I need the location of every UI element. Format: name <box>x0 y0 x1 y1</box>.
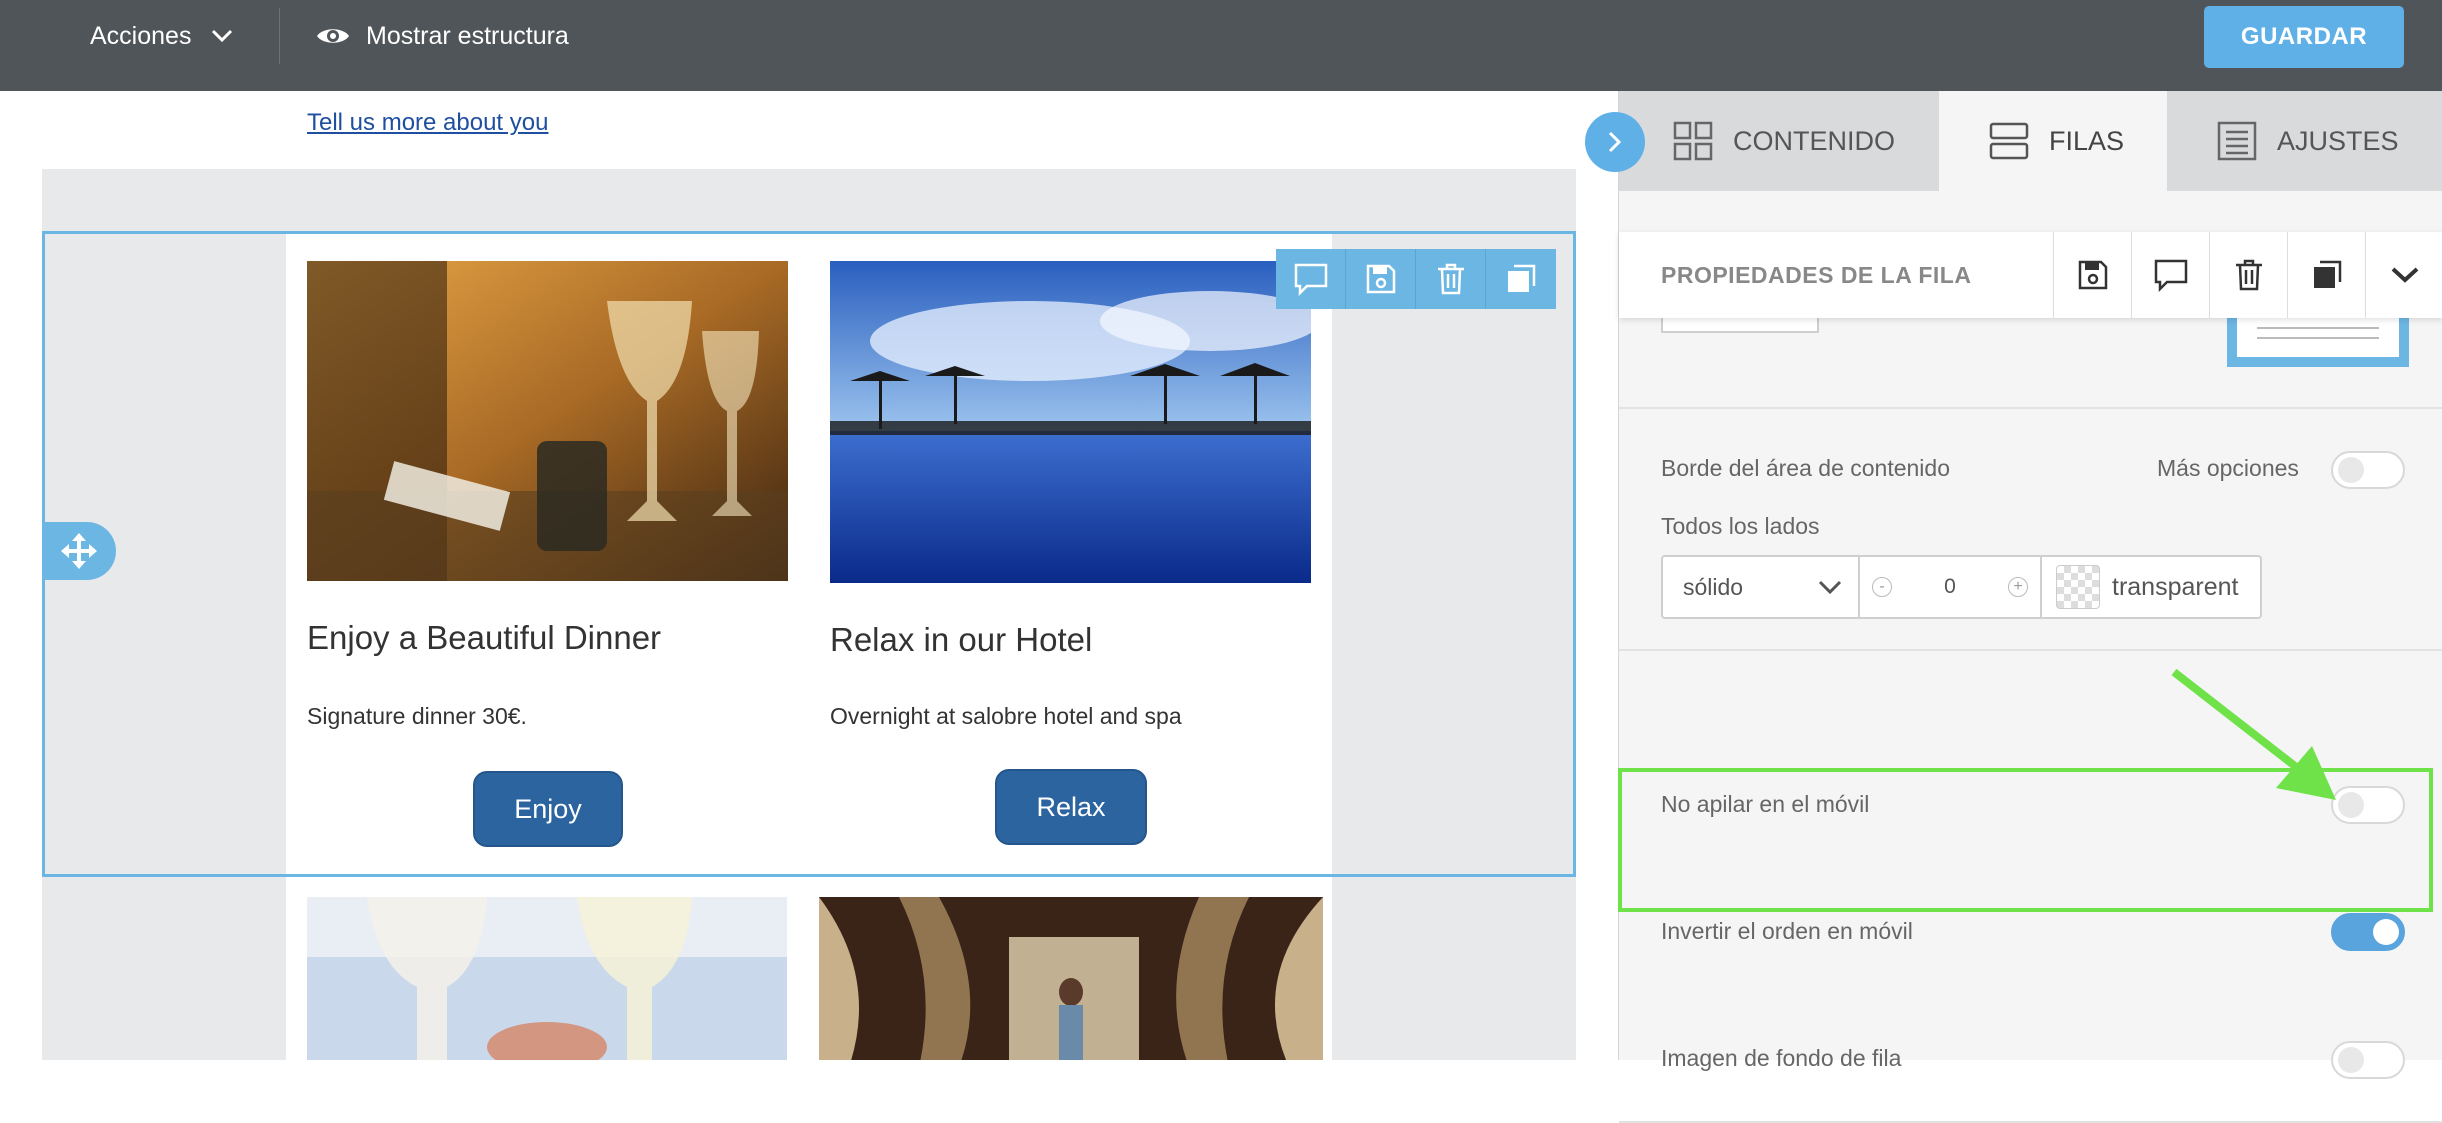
border-width-decrement[interactable]: - <box>1872 577 1892 597</box>
save-row-button[interactable] <box>1346 249 1416 309</box>
actions-label: Acciones <box>90 21 192 50</box>
row-properties-title: PROPIEDADES DE LA FILA <box>1661 261 1972 288</box>
save-icon <box>2078 260 2107 290</box>
tell-us-link[interactable]: Tell us more about you <box>307 109 548 137</box>
section-divider <box>1619 407 2442 409</box>
show-structure-button[interactable]: Mostrar estructura <box>316 0 569 72</box>
chevron-down-icon <box>1818 580 1842 594</box>
border-width-increment[interactable]: + <box>2008 577 2028 597</box>
save-button[interactable]: GUARDAR <box>2204 6 2404 68</box>
comment-icon <box>1294 263 1327 296</box>
delete-row-button[interactable] <box>1416 249 1486 309</box>
duplicate-row-button[interactable] <box>1486 249 1556 309</box>
border-width-value[interactable]: 0 <box>1944 575 1956 599</box>
row-bg-image-label: Imagen de fondo de fila <box>1661 1045 1902 1071</box>
email-canvas: Tell us more about you Enjoy a Beautiful… <box>0 91 1618 1060</box>
actions-menu[interactable]: Acciones <box>90 0 233 72</box>
chevron-right-icon <box>1608 131 1622 153</box>
tab-contenido-label: CONTENIDO <box>1733 125 1895 156</box>
collapse-panel-button[interactable] <box>1585 112 1645 172</box>
wine-photo <box>307 897 787 1060</box>
reverse-order-toggle[interactable] <box>2331 913 2405 951</box>
grid-icon <box>1673 121 1713 161</box>
row-toolbar <box>1276 249 1556 309</box>
duplicate-icon <box>1508 264 1536 292</box>
all-sides-label: Todos los lados <box>1661 513 1820 539</box>
trash-icon <box>2235 259 2262 291</box>
tab-ajustes[interactable]: AJUSTES <box>2167 91 2442 191</box>
comment-row-header-button[interactable] <box>2131 232 2209 318</box>
eye-icon <box>317 29 349 43</box>
duplicate-icon <box>2313 260 2341 288</box>
panel-tabs: CONTENIDO FILAS AJUSTES <box>1619 91 2442 191</box>
selected-row-outline[interactable] <box>42 231 1576 877</box>
save-row-header-button[interactable] <box>2053 232 2131 318</box>
resort-photo <box>819 897 1323 1060</box>
show-structure-label: Mostrar estructura <box>366 21 569 50</box>
properties-panel: CONTENIDO FILAS AJUSTES PROPIEDADES DE L… <box>1618 91 2442 1123</box>
collapse-header-button[interactable] <box>2365 232 2442 318</box>
save-icon <box>1366 264 1395 294</box>
top-bar: Acciones Mostrar estructura GUARDAR <box>0 0 2442 91</box>
rows-icon <box>1989 122 2029 160</box>
comment-icon <box>2154 259 2187 292</box>
settings-icon <box>2217 121 2257 161</box>
trash-icon <box>1437 263 1464 295</box>
duplicate-row-header-button[interactable] <box>2287 232 2365 318</box>
border-width-stepper: - 0 + <box>1860 557 2042 617</box>
annotation-arrow-icon <box>2171 668 2336 800</box>
toolbar-divider <box>279 8 280 64</box>
content-border-label: Borde del área de contenido <box>1661 455 1950 481</box>
more-options-toggle[interactable] <box>2331 451 2405 489</box>
comment-row-button[interactable] <box>1276 249 1346 309</box>
reverse-order-label: Invertir el orden en móvil <box>1661 918 1913 944</box>
chevron-down-icon <box>212 29 233 43</box>
tab-ajustes-label: AJUSTES <box>2277 125 2399 156</box>
tab-filas-label: FILAS <box>2049 125 2125 156</box>
border-control: sólido - 0 + transparent <box>1661 555 2262 619</box>
border-style-select[interactable]: sólido <box>1663 557 1860 617</box>
delete-row-header-button[interactable] <box>2209 232 2287 318</box>
row-bg-image-toggle[interactable] <box>2331 1041 2405 1079</box>
chevron-down-icon <box>2391 267 2418 283</box>
border-color-picker[interactable]: transparent <box>2042 557 2260 617</box>
section-divider <box>1619 649 2442 651</box>
tab-contenido[interactable]: CONTENIDO <box>1619 91 1939 191</box>
move-row-handle[interactable] <box>42 522 116 580</box>
move-icon <box>61 533 97 569</box>
color-swatch <box>2056 565 2100 609</box>
row-properties-header: PROPIEDADES DE LA FILA <box>1619 232 2442 318</box>
border-style-value: sólido <box>1683 573 1744 600</box>
tab-filas[interactable]: FILAS <box>1939 91 2167 191</box>
more-options-label: Más opciones <box>2157 455 2299 481</box>
border-color-value: transparent <box>2112 572 2239 601</box>
